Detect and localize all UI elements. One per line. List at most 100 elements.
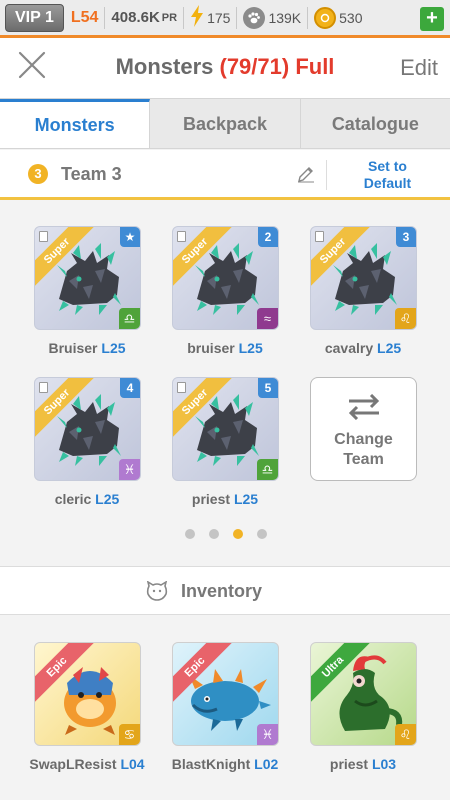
monster-name: priest L03 [298,756,428,772]
monster-card[interactable]: Super 2 ≈ [172,226,279,330]
title-text: Monsters [115,54,214,79]
details-icon [177,382,186,393]
player-level: L54 [70,8,99,26]
power-unit: PR [161,11,178,24]
coins-value: 530 [339,9,363,26]
power-rating: 408.6K PR [111,9,177,26]
divider [307,6,309,29]
pencil-icon[interactable] [297,165,315,188]
monster-level: L03 [371,756,397,772]
monster-level: L25 [377,340,402,356]
monster-face-icon [146,580,168,606]
inventory-monster-card[interactable]: Epic ♋ [34,642,141,746]
monster-name: Bruiser L25 [22,340,152,356]
change-team-label: Change Team [311,430,416,470]
details-icon [39,231,48,242]
vip-badge[interactable]: VIP 1 [5,3,64,32]
set-default-line1: Set to [368,158,407,174]
element-icon: ≈ [257,308,278,329]
element-icon: ♎ [119,308,140,329]
food-value: 139K [268,9,302,26]
monster-name-text: priest [329,756,372,772]
tab-backpack[interactable]: Backpack [150,99,301,148]
divider [183,6,185,29]
page-title: Monsters (79/71) Full [0,54,450,80]
energy-stat[interactable]: 175 [190,5,230,30]
divider [236,6,238,29]
monster-name-text: cleric [54,491,96,507]
monster-card[interactable]: Super 5 ♎ [172,377,279,481]
monster-name-text: Bruiser [48,340,102,356]
inventory-monster-card[interactable]: Ultra ♌ [310,642,417,746]
monster-level: L25 [233,491,259,507]
monster-name-text: SwapLResist [29,756,121,772]
swap-icon [347,393,381,425]
team-name: Team 3 [61,164,122,184]
slot-badge: 4 [120,378,140,398]
monster-name-text: cavalry [324,340,378,356]
tab-catalogue[interactable]: Catalogue [301,99,450,148]
team-header: 3 Team 3 Set to Default [0,150,450,200]
status-bar: VIP 1 L54 408.6K PR 175 139K 530 + [0,0,450,38]
element-icon: ♓ [257,724,278,745]
slot-badge: ★ [120,227,140,247]
monster-card[interactable]: Super 4 ♓ [34,377,141,481]
page-dot[interactable] [257,529,267,539]
set-default-line2: Default [363,175,412,191]
edit-button[interactable]: Edit [400,55,438,81]
monster-card[interactable]: Super 3 ♌ [310,226,417,330]
lightning-icon [190,5,204,30]
coins-stat[interactable]: 530 [314,6,363,29]
inventory-monster-card[interactable]: Epic ♓ [172,642,279,746]
change-team-line2: Team [343,451,384,468]
monster-name: BlastKnight L02 [160,756,290,772]
element-icon: ♌ [395,724,416,745]
slot-badge: 5 [258,378,278,398]
change-team-line1: Change [334,431,393,448]
monster-level: L25 [238,340,263,356]
divider [104,6,106,29]
power-value: 408.6K [111,9,160,26]
slot-badge: 3 [396,227,416,247]
element-icon: ♌ [395,308,416,329]
element-icon: ♋ [119,724,140,745]
details-icon [39,382,48,393]
coin-icon [314,6,337,29]
monster-name: cleric L25 [22,491,152,507]
change-team-button[interactable]: Change Team [310,377,417,481]
inventory-label: Inventory [181,581,263,601]
monster-name: bruiser L25 [160,340,290,356]
tab-monsters[interactable]: Monsters [0,99,151,148]
divider [326,160,327,190]
monster-level: L25 [95,491,120,507]
element-icon: ♎ [257,459,278,480]
monster-level: L25 [101,340,126,356]
page-indicator [185,529,267,539]
team-number-badge: 3 [28,164,48,184]
monster-card[interactable]: Super ★ ♎ [34,226,141,330]
monster-name: cavalry L25 [298,340,428,356]
paw-icon [243,6,266,29]
inventory-header[interactable]: Inventory [0,566,450,615]
details-icon [315,231,324,242]
monster-name: priest L25 [160,491,290,507]
add-currency-button[interactable]: + [420,7,444,31]
monster-level: L02 [254,756,279,772]
page-header: Monsters (79/71) Full Edit [0,38,450,98]
monster-name-text: bruiser [187,340,239,356]
tab-bar: Monsters Backpack Catalogue [0,98,450,149]
monster-name-text: BlastKnight [171,756,255,772]
element-icon: ♓ [119,459,140,480]
page-dot[interactable] [209,529,219,539]
monster-name: SwapLResist L04 [22,756,152,772]
monster-count: (79/71) Full [219,54,335,79]
details-icon [177,231,186,242]
monster-name-text: priest [191,491,234,507]
food-stat[interactable]: 139K [243,6,302,29]
slot-badge: 2 [258,227,278,247]
energy-value: 175 [207,9,231,26]
page-dot[interactable] [185,529,195,539]
set-to-default-button[interactable]: Set to Default [330,158,445,192]
page-dot[interactable] [233,529,243,539]
monster-level: L04 [120,756,145,772]
